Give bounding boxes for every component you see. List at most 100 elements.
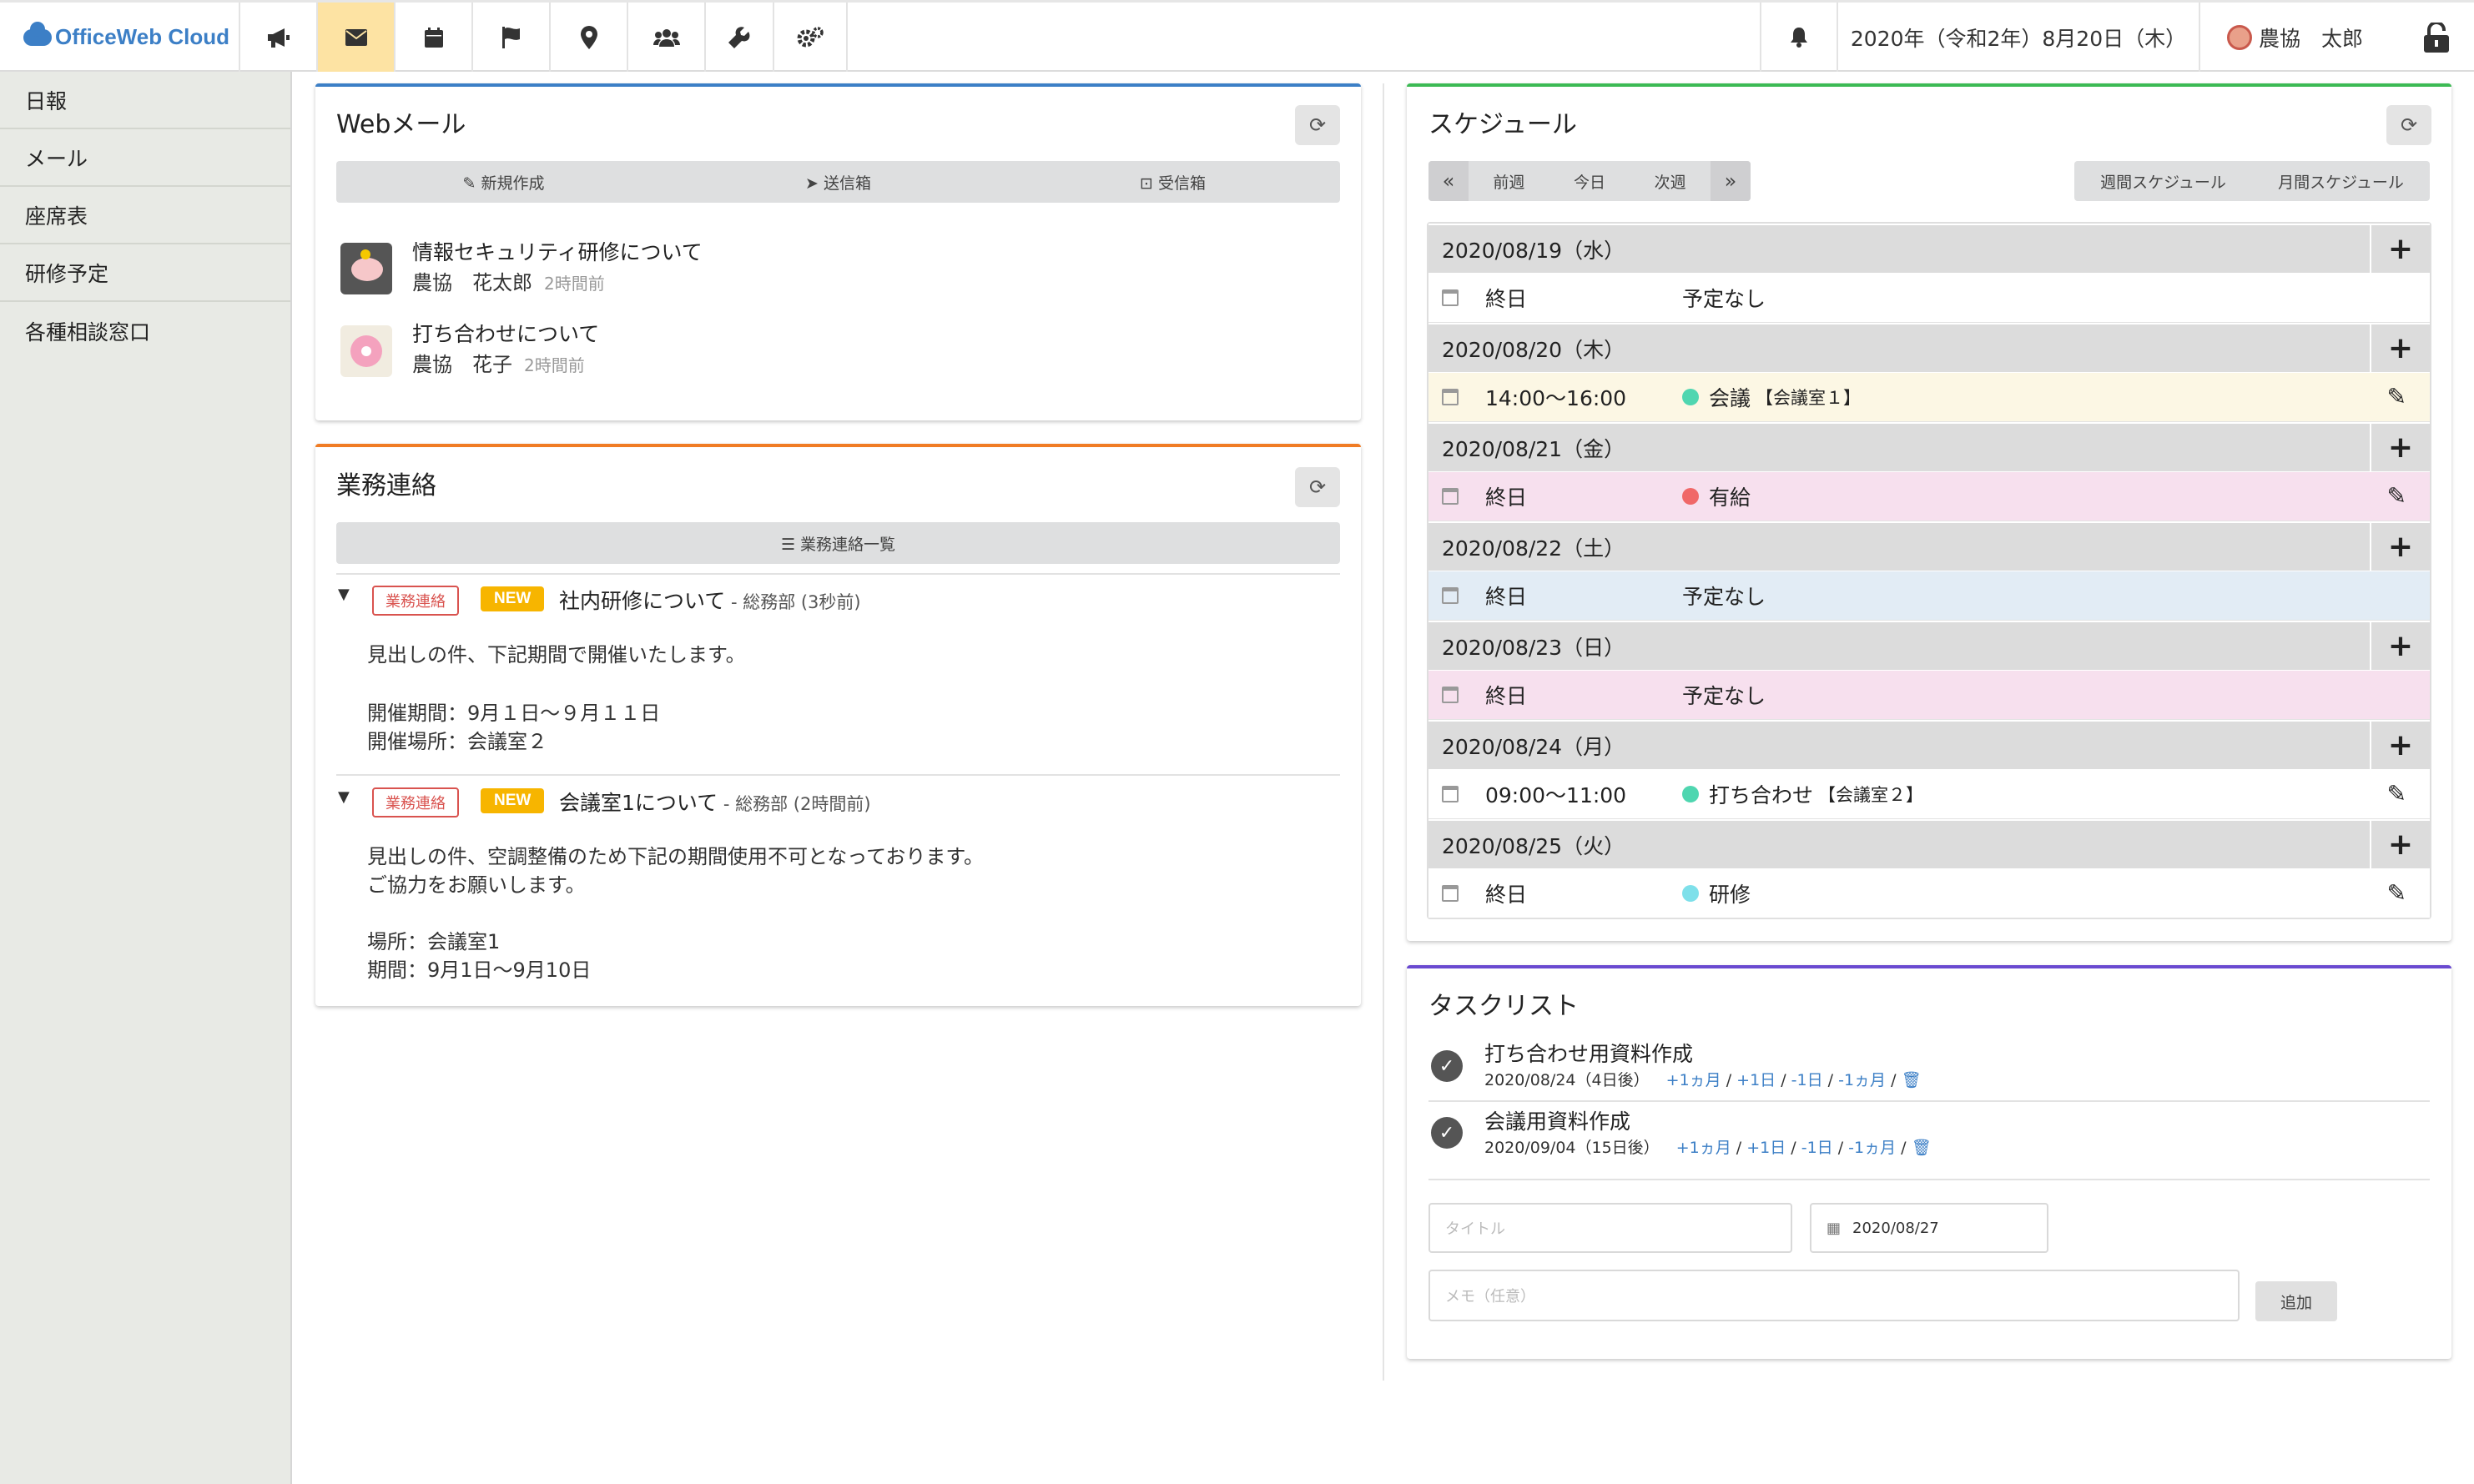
- edit-icon[interactable]: ✎: [2387, 879, 2406, 907]
- check-circle-icon[interactable]: ✓: [1431, 1117, 1463, 1149]
- lock-button[interactable]: [2399, 3, 2474, 72]
- edit-icon: ✎: [462, 174, 481, 193]
- add-event-button[interactable]: +: [2370, 324, 2430, 372]
- sidebar-item-mail[interactable]: メール: [0, 129, 290, 187]
- schedule-event-time: 終日: [1485, 882, 1528, 907]
- inbox-button[interactable]: ⊡ 受信箱: [1005, 171, 1340, 194]
- nav-location-button[interactable]: [551, 3, 628, 72]
- schedule-event-row[interactable]: 09:00〜11:00 打ち合わせ 【会議室２】 ✎: [1428, 769, 2430, 819]
- sent-box-button[interactable]: ➤ 送信箱: [671, 171, 1005, 194]
- task-title-input[interactable]: タイトル: [1428, 1203, 1792, 1253]
- notice-category-text: 業務連絡: [372, 586, 459, 616]
- sidebar-item-seating-chart[interactable]: 座席表: [0, 187, 290, 244]
- webmail-refresh-button[interactable]: ⟳: [1295, 105, 1340, 145]
- schedule-title: スケジュール: [1428, 110, 1577, 139]
- task-plus-day-link[interactable]: +1日: [1746, 1139, 1786, 1157]
- trash-icon[interactable]: 🗑: [1902, 1071, 1922, 1089]
- nav-mail-button[interactable]: [318, 3, 396, 72]
- notices-title: 業務連絡: [336, 471, 436, 501]
- trash-icon[interactable]: 🗑: [1912, 1139, 1932, 1157]
- user-menu[interactable]: 農協 太郎: [2199, 3, 2399, 72]
- prev-week-button[interactable]: 前週: [1469, 170, 1549, 193]
- add-event-button[interactable]: +: [2370, 523, 2430, 571]
- add-event-button[interactable]: +: [2370, 722, 2430, 769]
- nav-flag-button[interactable]: [473, 3, 551, 72]
- notice-body-line: 見出しの件、下記期間で開催いたします。: [367, 643, 746, 667]
- task-plus-month-link[interactable]: +1ヵ月: [1676, 1139, 1731, 1157]
- unlock-icon: [2424, 22, 2449, 53]
- schedule-day-header: 2020/08/23（日） +: [1428, 621, 2430, 670]
- task-memo-placeholder: メモ（任意）: [1445, 1288, 1535, 1305]
- inbox-label: 受信箱: [1157, 174, 1206, 193]
- edit-icon[interactable]: ✎: [2387, 780, 2406, 807]
- webmail-title: Webメール: [336, 110, 466, 139]
- compose-button[interactable]: ✎ 新規作成: [336, 171, 671, 194]
- notice-title-text: 社内研修について: [559, 589, 726, 613]
- task-add-button[interactable]: 追加: [2255, 1281, 2337, 1321]
- caret-down-icon[interactable]: ▼: [338, 586, 350, 603]
- edit-icon[interactable]: ✎: [2387, 482, 2406, 510]
- app-logo-text: OfficeWeb Cloud: [55, 24, 229, 49]
- add-event-button[interactable]: +: [2370, 225, 2430, 273]
- caret-down-icon[interactable]: ▼: [338, 788, 350, 806]
- task-minus-month-link[interactable]: -1ヵ月: [1838, 1071, 1886, 1089]
- inbox-icon: ⊡: [1140, 174, 1158, 193]
- prev-week-label: 前週: [1493, 173, 1525, 192]
- task-date-input[interactable]: ▦ 2020/08/27: [1810, 1203, 2048, 1253]
- column-divider: [1383, 83, 1384, 1381]
- add-event-button[interactable]: +: [2370, 622, 2430, 670]
- task-item-meta: 2020/08/24（4日後） +1ヵ月 / +1日 / -1日 / -1ヵ月 …: [1484, 1068, 1922, 1090]
- task-memo-input[interactable]: メモ（任意）: [1428, 1270, 2240, 1321]
- sidebar-item-daily-report[interactable]: 日報: [0, 72, 290, 129]
- flag-icon: [501, 26, 520, 48]
- notice-category-badge: 業務連絡: [372, 787, 459, 817]
- nav-users-button[interactable]: [628, 3, 706, 72]
- task-minus-day-link[interactable]: -1日: [1801, 1139, 1833, 1157]
- nav-settings-button[interactable]: [774, 3, 848, 72]
- cloud-icon: [23, 21, 52, 46]
- current-date-text: 2020年（令和2年）8月20日（木）: [1850, 26, 2187, 51]
- divider: [336, 573, 1340, 575]
- first-page-button[interactable]: «: [1428, 161, 1469, 201]
- divider: [336, 774, 1340, 776]
- schedule-event-row[interactable]: 終日 研修 ✎: [1428, 868, 2430, 918]
- divider: [1428, 1179, 2430, 1180]
- edit-icon[interactable]: ✎: [2387, 383, 2406, 410]
- nav-announcements-button[interactable]: [240, 3, 318, 72]
- schedule-event-row: 終日 予定なし: [1428, 670, 2430, 720]
- sent-box-label: 送信箱: [823, 174, 871, 193]
- sidebar-item-consultation[interactable]: 各種相談窓口: [0, 302, 290, 360]
- plus-icon: +: [2387, 331, 2414, 365]
- task-plus-day-link[interactable]: +1日: [1736, 1071, 1776, 1089]
- notices-refresh-button[interactable]: ⟳: [1295, 467, 1340, 507]
- schedule-event-row[interactable]: 終日 有給 ✎: [1428, 471, 2430, 521]
- schedule-event-row[interactable]: 14:00〜16:00 会議 【会議室１】 ✎: [1428, 372, 2430, 422]
- today-button[interactable]: 今日: [1549, 170, 1630, 193]
- last-page-button[interactable]: »: [1711, 161, 1751, 201]
- app-logo[interactable]: OfficeWeb Cloud: [0, 3, 240, 72]
- notifications-button[interactable]: [1760, 3, 1837, 72]
- schedule-refresh-button[interactable]: ⟳: [2386, 105, 2431, 145]
- weekly-schedule-button[interactable]: 週間スケジュール: [2074, 170, 2252, 193]
- add-event-button[interactable]: +: [2370, 821, 2430, 868]
- notice-title[interactable]: 会議室1について - 総務部 (2時間前): [559, 787, 871, 817]
- check-circle-icon[interactable]: ✓: [1431, 1050, 1463, 1082]
- mail-subject: 打ち合わせについて: [412, 322, 600, 346]
- sidebar-item-training-schedule[interactable]: 研修予定: [0, 244, 290, 302]
- task-date-value: 2020/08/27: [1852, 1219, 1939, 1237]
- next-week-button[interactable]: 次週: [1630, 170, 1711, 193]
- event-category-dot-icon: [1682, 785, 1699, 802]
- nav-calendar-button[interactable]: [396, 3, 473, 72]
- nav-tools-button[interactable]: [706, 3, 774, 72]
- refresh-icon: ⟳: [1308, 113, 1327, 137]
- task-minus-month-link[interactable]: -1ヵ月: [1848, 1139, 1896, 1157]
- new-badge: NEW: [481, 788, 545, 813]
- notice-title[interactable]: 社内研修について - 総務部 (3秒前): [559, 585, 861, 615]
- add-event-button[interactable]: +: [2370, 424, 2430, 471]
- task-minus-day-link[interactable]: -1日: [1791, 1071, 1823, 1089]
- schedule-event-row: 終日 予定なし: [1428, 273, 2430, 323]
- notices-list-button[interactable]: ☰ 業務連絡一覧: [336, 522, 1340, 564]
- task-plus-month-link[interactable]: +1ヵ月: [1666, 1071, 1721, 1089]
- refresh-icon: ⟳: [2400, 113, 2418, 137]
- monthly-schedule-button[interactable]: 月間スケジュール: [2252, 170, 2430, 193]
